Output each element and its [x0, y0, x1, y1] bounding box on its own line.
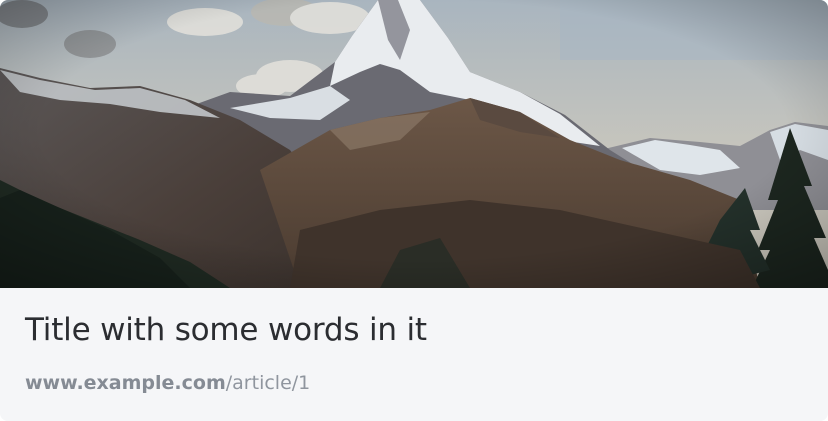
card-title[interactable]: Title with some words in it	[25, 312, 427, 348]
link-preview-card[interactable]: Title with some words in it www.example.…	[0, 0, 828, 421]
url-path: /article/1	[225, 372, 311, 394]
hero-image	[0, 0, 828, 288]
card-url[interactable]: www.example.com/article/1	[25, 372, 310, 394]
url-domain: www.example.com	[25, 372, 226, 394]
card-body: Title with some words in it www.example.…	[0, 288, 828, 421]
